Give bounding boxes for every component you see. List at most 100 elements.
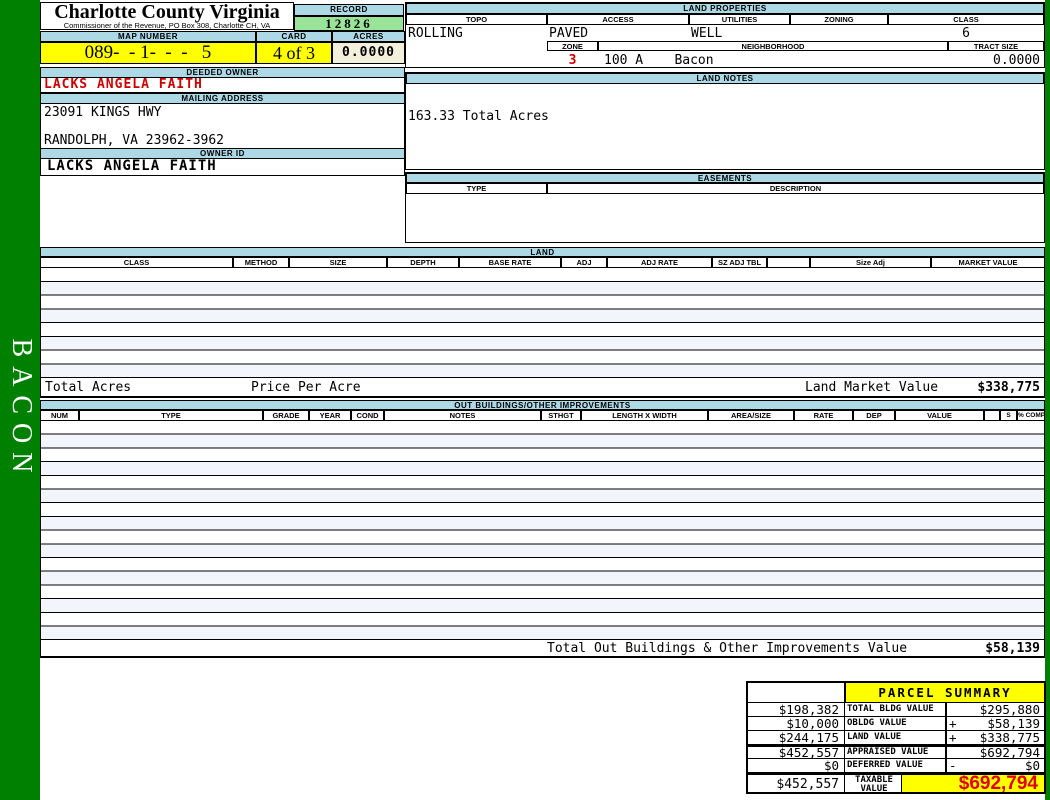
neighborhood-value: 100 A Bacon bbox=[604, 53, 714, 68]
price-per-acre-label: Price Per Acre bbox=[251, 380, 361, 395]
ps-label-bldg: TOTAL BLDG VALUE bbox=[845, 703, 945, 717]
map-number-label: MAP NUMBER bbox=[40, 31, 256, 42]
ps-prior-taxable: $452,557 bbox=[748, 773, 845, 792]
land-section-title: LAND bbox=[40, 247, 1045, 257]
ob-col-rate: RATE bbox=[794, 410, 853, 421]
ps-value-bldg: $295,880 bbox=[945, 703, 1044, 717]
record-value: 12826 bbox=[294, 16, 404, 31]
ps-op-land: + bbox=[949, 730, 957, 745]
land-market-value-label: Land Market Value bbox=[805, 380, 939, 395]
access-header: ACCESS bbox=[547, 14, 689, 25]
ps-label-taxable: TAXABLE VALUE bbox=[845, 773, 902, 792]
ob-col-length-width: LENGTH X WIDTH bbox=[581, 410, 708, 421]
ps-label-deferred: DEFERRED VALUE bbox=[845, 759, 945, 773]
ob-total-value: $58,139 bbox=[985, 641, 1040, 656]
class-header: CLASS bbox=[888, 14, 1044, 25]
land-properties-box: LAND PROPERTIES TOPO ACCESS UTILITIES ZO… bbox=[405, 2, 1045, 68]
zoning-header: ZONING bbox=[790, 14, 888, 25]
mailing-address-label: MAILING ADDRESS bbox=[40, 93, 405, 104]
land-properties-title: LAND PROPERTIES bbox=[406, 3, 1044, 14]
land-col-base-rate: BASE RATE bbox=[459, 257, 561, 268]
total-acres-label: Total Acres bbox=[45, 380, 132, 395]
ob-col-notes: NOTES bbox=[384, 410, 541, 421]
card-label: CARD bbox=[256, 31, 332, 42]
county-title-box: Charlotte County Virginia Commissioner o… bbox=[40, 2, 294, 30]
land-col-size-adj: Size Adj bbox=[810, 257, 931, 268]
ps-amount-deferred: $0 bbox=[1024, 758, 1040, 773]
ps-value-taxable: $692,794 bbox=[902, 773, 1044, 793]
address-line-1: 23091 KINGS HWY bbox=[44, 105, 162, 120]
utilities-value: WELL bbox=[691, 26, 723, 41]
land-col-sz-adj-tbl: SZ ADJ TBL bbox=[712, 257, 767, 268]
ps-label-obldg: OBLDG VALUE bbox=[845, 717, 945, 731]
ob-col-sthgt: STHGT bbox=[541, 410, 581, 421]
ob-col-grade: GRADE bbox=[263, 410, 309, 421]
ps-amount-obldg: $58,139 bbox=[987, 716, 1040, 731]
ob-rows-empty bbox=[40, 421, 1045, 640]
land-notes-box: LAND NOTES 163.33 Total Acres bbox=[405, 72, 1045, 170]
mailing-address-block: 23091 KINGS HWY RANDOLPH, VA 23962-3962 bbox=[40, 104, 405, 148]
land-col-blank bbox=[767, 257, 810, 268]
record-label: RECORD bbox=[294, 4, 404, 16]
access-value: PAVED bbox=[549, 26, 589, 41]
ps-amount-bldg: $295,880 bbox=[979, 702, 1040, 717]
ob-col-cond: COND bbox=[351, 410, 384, 421]
ob-col-pct-comp: % COMP bbox=[1017, 410, 1045, 421]
deeded-owner-value: LACKS ANGELA FAITH bbox=[40, 78, 405, 93]
zone-value: 3 bbox=[568, 53, 577, 68]
ps-value-deferred: - $0 bbox=[945, 759, 1044, 773]
map-number-value: 089- - 1- - - 5 bbox=[40, 42, 256, 64]
ob-col-num: NUM bbox=[40, 410, 79, 421]
ob-col-type: TYPE bbox=[79, 410, 263, 421]
vertical-neighborhood-label: BACON bbox=[6, 338, 37, 482]
property-record-card: BACON Charlotte County Virginia Commissi… bbox=[0, 0, 1050, 800]
acres-label: ACRES bbox=[332, 31, 405, 42]
ps-prior-appraised: $452,557 bbox=[748, 745, 845, 759]
ob-col-year: YEAR bbox=[309, 410, 351, 421]
land-totals-row: Total Acres Price Per Acre Land Market V… bbox=[40, 378, 1045, 398]
land-col-market-value: MARKET VALUE bbox=[931, 257, 1045, 268]
land-market-value: $338,775 bbox=[977, 380, 1040, 395]
topo-header: TOPO bbox=[406, 14, 547, 25]
land-col-adj: ADJ bbox=[561, 257, 607, 268]
land-rows-empty bbox=[40, 268, 1045, 378]
owner-id-value: LACKS ANGELA FAITH bbox=[40, 159, 405, 176]
parcel-summary-title: PARCEL SUMMARY bbox=[845, 683, 1044, 703]
easements-box: EASEMENTS TYPE DESCRIPTION bbox=[405, 172, 1045, 243]
ps-header-prior-cell bbox=[748, 683, 845, 703]
class-value: 6 bbox=[962, 26, 970, 41]
ps-prior-land: $244,175 bbox=[748, 731, 845, 745]
land-notes-title: LAND NOTES bbox=[406, 73, 1044, 84]
land-col-adj-rate: ADJ RATE bbox=[607, 257, 712, 268]
ps-value-obldg: + $58,139 bbox=[945, 717, 1044, 731]
land-notes-text: 163.33 Total Acres bbox=[408, 109, 549, 124]
ob-col-area-size: AREA/SIZE bbox=[708, 410, 794, 421]
ps-op-deferred: - bbox=[949, 758, 957, 773]
tract-size-value: 0.0000 bbox=[993, 53, 1040, 68]
ps-value-land: + $338,775 bbox=[945, 731, 1044, 745]
card-value: 4 of 3 bbox=[256, 42, 332, 64]
address-line-2: RANDOLPH, VA 23962-3962 bbox=[44, 133, 225, 148]
ob-col-value: VALUE bbox=[895, 410, 984, 421]
easements-title: EASEMENTS bbox=[406, 173, 1044, 183]
county-title: Charlotte County Virginia bbox=[54, 1, 280, 23]
land-col-class: CLASS bbox=[40, 257, 233, 268]
topo-value: ROLLING bbox=[408, 26, 463, 41]
land-col-size: SIZE bbox=[289, 257, 387, 268]
ob-col-dep: DEP bbox=[853, 410, 895, 421]
land-col-depth: DEPTH bbox=[387, 257, 459, 268]
county-subtitle: Commissioner of the Revenue, PO Box 308,… bbox=[63, 21, 271, 30]
land-col-method: METHOD bbox=[233, 257, 289, 268]
ps-value-appraised: $692,794 bbox=[945, 745, 1044, 759]
ps-amount-land: $338,775 bbox=[979, 730, 1040, 745]
ps-label-land: LAND VALUE bbox=[845, 731, 945, 745]
tract-size-header: TRACT SIZE bbox=[948, 41, 1044, 51]
easement-type-header: TYPE bbox=[406, 183, 547, 194]
parcel-summary-table: PARCEL SUMMARY $198,382 TOTAL BLDG VALUE… bbox=[746, 681, 1046, 794]
ps-prior-obldg: $10,000 bbox=[748, 717, 845, 731]
zone-header: ZONE bbox=[547, 41, 598, 51]
utilities-header: UTILITIES bbox=[689, 14, 790, 25]
ps-op-obldg: + bbox=[949, 716, 957, 731]
ob-totals-row: Total Out Buildings & Other Improvements… bbox=[40, 640, 1045, 658]
ob-col-s: S bbox=[1000, 410, 1017, 421]
